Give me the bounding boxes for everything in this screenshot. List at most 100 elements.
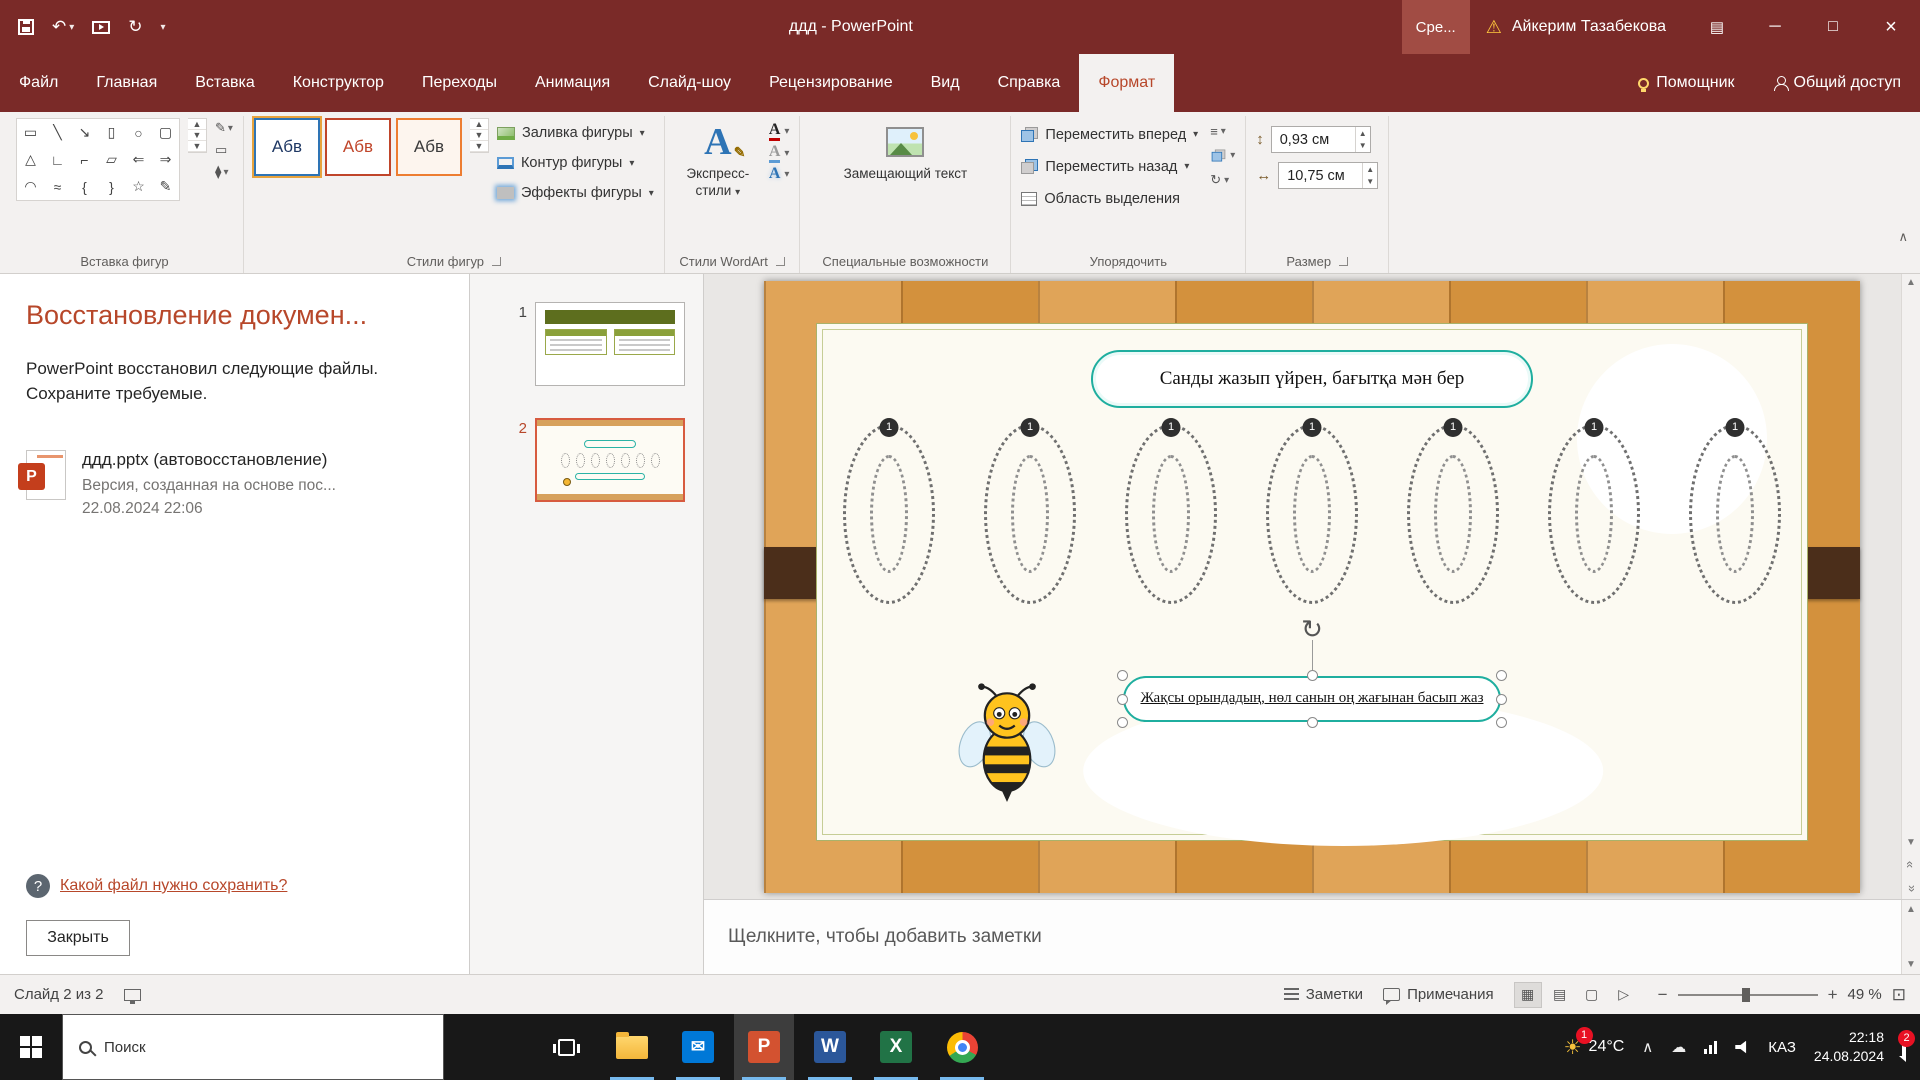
- powerpoint-button[interactable]: P: [734, 1014, 794, 1080]
- onedrive-cloud-icon[interactable]: ☁: [1671, 1038, 1686, 1056]
- notes-scrollbar[interactable]: ▲ ▼: [1901, 900, 1920, 974]
- file-explorer-button[interactable]: [602, 1014, 662, 1080]
- accessibility-checker-icon[interactable]: [124, 989, 141, 1001]
- shape-height-spinner[interactable]: 0,93 см ▲▼: [1271, 126, 1371, 153]
- shape-icon[interactable]: ▯: [98, 119, 125, 146]
- shape-style-sample-3[interactable]: Абв: [396, 118, 462, 176]
- gallery-up-icon[interactable]: ▲: [188, 119, 206, 130]
- selection-handle[interactable]: [1496, 717, 1507, 728]
- shape-fill-button[interactable]: Заливка фигуры▾: [497, 120, 654, 146]
- scroll-up-icon[interactable]: ▲: [1906, 277, 1916, 288]
- word-button[interactable]: W: [800, 1014, 860, 1080]
- bring-forward-button[interactable]: Переместить вперед▾: [1021, 122, 1198, 147]
- notes-placeholder[interactable]: Щелкните, чтобы добавить заметки: [728, 926, 1042, 948]
- tracing-zero-shape[interactable]: 1: [984, 424, 1076, 604]
- which-file-to-save-link[interactable]: Какой файл нужно сохранить?: [60, 877, 287, 895]
- chrome-button[interactable]: [932, 1014, 992, 1080]
- text-fill-button[interactable]: А▾: [769, 122, 790, 141]
- shape-icon[interactable]: ☆: [125, 173, 152, 200]
- slide-2-preview[interactable]: [535, 418, 685, 502]
- weather-widget[interactable]: 1 ☀ 24°C: [1564, 1035, 1625, 1060]
- spin-down-icon[interactable]: ▼: [1356, 140, 1370, 153]
- selection-handle[interactable]: [1496, 694, 1507, 705]
- slide-sorter-view-icon[interactable]: ▤: [1546, 982, 1574, 1008]
- styles-up-icon[interactable]: ▲: [470, 119, 488, 130]
- shape-height-value[interactable]: 0,93 см: [1272, 132, 1355, 148]
- shape-width-value[interactable]: 10,75 см: [1279, 168, 1362, 184]
- tracing-zero-shape[interactable]: 1: [1266, 424, 1358, 604]
- normal-view-icon[interactable]: ▦: [1514, 982, 1542, 1008]
- slide-thumbnail-1[interactable]: 1: [470, 302, 703, 386]
- vertical-scrollbar[interactable]: ▲ ▼ « «: [1901, 274, 1920, 899]
- close-recovery-button[interactable]: Закрыть: [26, 920, 130, 956]
- slide-thumbnail-2[interactable]: 2: [470, 418, 703, 502]
- warning-icon[interactable]: ⚠: [1486, 17, 1502, 38]
- tracing-zero-shape[interactable]: 1: [1689, 424, 1781, 604]
- bottom-textbox[interactable]: Жақсы орындадың, нөл санын оң жағынан ба…: [1123, 676, 1501, 722]
- shape-icon[interactable]: ⇒: [152, 146, 179, 173]
- bee-image[interactable]: [957, 680, 1057, 806]
- selection-handle[interactable]: [1117, 694, 1128, 705]
- selection-handle[interactable]: [1496, 670, 1507, 681]
- rotate-objects-icon[interactable]: ↻▾: [1210, 172, 1235, 188]
- shape-icon[interactable]: ╲: [44, 119, 71, 146]
- shape-icon[interactable]: ▢: [152, 119, 179, 146]
- selection-handle[interactable]: [1117, 717, 1128, 728]
- group-objects-icon[interactable]: ▾: [1210, 148, 1235, 163]
- start-button[interactable]: [0, 1014, 62, 1080]
- ribbon-display-options-icon[interactable]: ▤: [1688, 0, 1746, 54]
- hidden-icons-chevron[interactable]: ∧: [1642, 1038, 1653, 1056]
- customize-quick-access-icon[interactable]: ▾: [161, 22, 166, 33]
- shape-icon[interactable]: △: [17, 146, 44, 173]
- scroll-down-icon[interactable]: ▼: [1906, 837, 1916, 848]
- tab-view[interactable]: Вид: [912, 54, 979, 112]
- tracing-zero-shape[interactable]: 1: [1407, 424, 1499, 604]
- styles-more-icon[interactable]: ▼: [470, 141, 488, 152]
- shape-icon[interactable]: ⌐: [71, 146, 98, 173]
- redo-icon[interactable]: ↻: [128, 17, 142, 37]
- shape-icon[interactable]: ◠: [17, 173, 44, 200]
- text-box-icon[interactable]: ▭: [215, 142, 233, 158]
- zoom-out-icon[interactable]: −: [1658, 985, 1668, 1005]
- mail-button[interactable]: ✉: [668, 1014, 728, 1080]
- dialog-launcher-icon[interactable]: [492, 257, 501, 266]
- dialog-launcher-icon[interactable]: [1339, 257, 1348, 266]
- next-slide-icon[interactable]: «: [1903, 885, 1918, 892]
- shape-icon[interactable]: ✎: [152, 173, 179, 200]
- save-icon[interactable]: [18, 19, 34, 35]
- alt-text-button[interactable]: Замещающий текст: [830, 118, 980, 183]
- shape-effects-button[interactable]: Эффекты фигуры▾: [497, 180, 654, 206]
- text-effects-button[interactable]: А▾: [769, 166, 790, 182]
- shape-icon[interactable]: ○: [125, 119, 152, 146]
- contextual-tab-drawing-tools[interactable]: Сре...: [1402, 0, 1470, 54]
- tracing-zero-shape[interactable]: 1: [843, 424, 935, 604]
- align-objects-icon[interactable]: ≡▾: [1210, 124, 1235, 139]
- tab-format[interactable]: Формат: [1079, 54, 1174, 112]
- shape-icon[interactable]: }: [98, 173, 125, 200]
- gallery-more-icon[interactable]: ▼: [188, 141, 206, 152]
- slide-canvas[interactable]: Санды жазып үйрен, бағытқа мән бер 1 1 1…: [764, 281, 1860, 893]
- start-slideshow-icon[interactable]: [92, 21, 110, 34]
- tab-insert[interactable]: Вставка: [176, 54, 273, 112]
- gallery-down-icon[interactable]: ▼: [188, 130, 206, 141]
- tab-share[interactable]: Общий доступ: [1754, 54, 1920, 112]
- tracing-zero-shape[interactable]: 1: [1125, 424, 1217, 604]
- shape-icon[interactable]: ⇐: [125, 146, 152, 173]
- taskbar-search-box[interactable]: Поиск: [62, 1014, 444, 1080]
- zoom-in-icon[interactable]: +: [1828, 985, 1838, 1005]
- selected-textbox[interactable]: ↻ Жақсы орындадың, нөл санын оң жағынан …: [1123, 676, 1501, 722]
- dropdown-caret-icon[interactable]: ▾: [69, 22, 74, 33]
- volume-icon[interactable]: [1735, 1041, 1750, 1054]
- shape-icon[interactable]: {: [71, 173, 98, 200]
- tab-transitions[interactable]: Переходы: [403, 54, 516, 112]
- shape-width-spinner[interactable]: 10,75 см ▲▼: [1278, 162, 1378, 189]
- maximize-button[interactable]: □: [1804, 0, 1862, 54]
- fit-to-window-icon[interactable]: ⊡: [1892, 985, 1906, 1005]
- spin-down-icon[interactable]: ▼: [1363, 176, 1377, 189]
- slide-1-preview[interactable]: [535, 302, 685, 386]
- clock[interactable]: 22:18 24.08.2024: [1814, 1028, 1884, 1066]
- shape-icon[interactable]: ▱: [98, 146, 125, 173]
- send-backward-button[interactable]: Переместить назад▾: [1021, 154, 1198, 179]
- shape-icon[interactable]: ∟: [44, 146, 71, 173]
- edit-shape-icon[interactable]: ✎▾: [215, 120, 233, 136]
